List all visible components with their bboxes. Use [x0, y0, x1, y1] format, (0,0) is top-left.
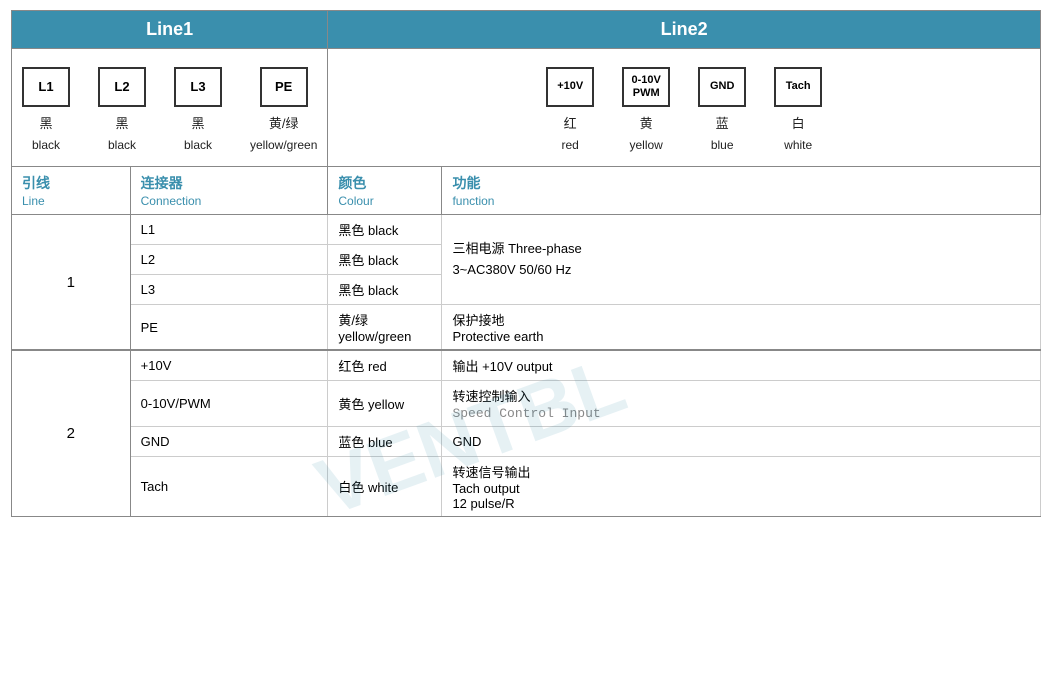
connector-item: +10V 红 red — [546, 67, 594, 152]
connector-label-cn: 黄/绿 — [269, 113, 299, 132]
table-row: 1L1黑色 black三相电源 Three-phase 3~AC380V 50/… — [12, 215, 1041, 245]
function: 转速控制输入 Speed Control Input — [442, 381, 1041, 427]
connector-label-en: black — [108, 138, 136, 152]
col-header-cn: 连接器 — [141, 175, 183, 191]
function: 输出 +10V output — [442, 350, 1041, 381]
col-header-cn: 颜色 — [338, 175, 366, 191]
color: 黑色 black — [328, 215, 442, 245]
connection: GND — [130, 427, 328, 457]
connector-label-en: blue — [711, 138, 734, 152]
connector-box: GND — [698, 67, 746, 107]
connection: PE — [130, 305, 328, 351]
table-row: Tach白色 white转速信号输出 Tach output 12 pulse/… — [12, 457, 1041, 517]
line1-diagram-cell: L1 黑 black L2 黑 black L3 黑 black PE 黄/绿 yellow/gree… — [12, 49, 328, 167]
line-number: 1 — [12, 215, 131, 351]
connector-box: Tach — [774, 67, 822, 107]
connector-label-cn: 红 — [564, 113, 577, 132]
connector-item: L1 黑 black — [22, 67, 70, 152]
col-header-cell: 连接器 Connection — [130, 167, 328, 215]
color: 黄色 yellow — [328, 381, 442, 427]
col-header-cn: 功能 — [452, 175, 480, 191]
color: 白色 white — [328, 457, 442, 517]
connector-label-cn: 黑 — [115, 113, 128, 132]
connector-label-cn: 黄 — [640, 113, 653, 132]
connection: L1 — [130, 215, 328, 245]
col-header-cell: 颜色 Colour — [328, 167, 442, 215]
connector-label-cn: 黑 — [191, 113, 204, 132]
connector-label-cn: 蓝 — [716, 113, 729, 132]
function: GND — [442, 427, 1041, 457]
connector-label-cn: 黑 — [39, 113, 52, 132]
connection: Tach — [130, 457, 328, 517]
line1-header: Line1 — [12, 11, 328, 49]
color: 黑色 black — [328, 275, 442, 305]
col-header-cn: 引线 — [22, 175, 50, 191]
connector-box: L1 — [22, 67, 70, 107]
color: 蓝色 blue — [328, 427, 442, 457]
connector-box: L2 — [98, 67, 146, 107]
line-number: 2 — [12, 350, 131, 517]
connector-label-en: red — [562, 138, 579, 152]
connector-item: L3 黑 black — [174, 67, 222, 152]
connector-box: 0-10V PWM — [622, 67, 670, 107]
function: 保护接地 Protective earth — [442, 305, 1041, 351]
connector-box: PE — [260, 67, 308, 107]
col-header-en: Line — [22, 194, 45, 208]
connector-item: 0-10V PWM 黄 yellow — [622, 67, 670, 152]
connector-label-en: black — [32, 138, 60, 152]
function: 转速信号输出 Tach output 12 pulse/R — [442, 457, 1041, 517]
col-header-en: Connection — [141, 194, 202, 208]
connection: +10V — [130, 350, 328, 381]
diagram-row: L1 黑 black L2 黑 black L3 黑 black PE 黄/绿 yellow/gree… — [12, 49, 1041, 167]
connector-label-en: white — [784, 138, 812, 152]
line2-diagram-cell: +10V 红 red 0-10V PWM 黄 yellow GND 蓝 blue Tach 白 whi… — [328, 49, 1041, 167]
table-row: 2+10V红色 red输出 +10V output — [12, 350, 1041, 381]
col-header-cell: 引线 Line — [12, 167, 131, 215]
connector-item: PE 黄/绿 yellow/green — [250, 67, 317, 152]
main-table: Line1 Line2 L1黑blackL2黑blackL3黑blackPE黄/… — [11, 10, 1041, 517]
line2-header: Line2 — [328, 11, 1041, 49]
col-header-row: 引线 Line 连接器 Connection 颜色 Colour 功能 function — [12, 167, 1041, 215]
func-en: Speed Control Input — [452, 406, 600, 421]
connection: 0-10V/PWM — [130, 381, 328, 427]
connector-label-cn: 白 — [792, 113, 805, 132]
func-cn: 转速控制输入 — [452, 389, 530, 404]
connector-label-en: yellow/green — [250, 138, 317, 152]
header-row: Line1 Line2 — [12, 11, 1041, 49]
connector-box: L3 — [174, 67, 222, 107]
connector-item: Tach 白 white — [774, 67, 822, 152]
connector-label-en: yellow — [630, 138, 663, 152]
connector-label-en: black — [184, 138, 212, 152]
connection: L2 — [130, 245, 328, 275]
connector-item: GND 蓝 blue — [698, 67, 746, 152]
color: 黑色 black — [328, 245, 442, 275]
color: 黄/绿 yellow/green — [328, 305, 442, 351]
function: 三相电源 Three-phase 3~AC380V 50/60 Hz — [442, 215, 1041, 305]
connector-item: L2 黑 black — [98, 67, 146, 152]
connector-box: +10V — [546, 67, 594, 107]
connection: L3 — [130, 275, 328, 305]
col-header-en: Colour — [338, 194, 373, 208]
color: 红色 red — [328, 350, 442, 381]
col-header-en: function — [452, 194, 494, 208]
table-row: GND蓝色 blueGND — [12, 427, 1041, 457]
table-row: PE黄/绿 yellow/green保护接地 Protective earth — [12, 305, 1041, 351]
col-header-cell: 功能 function — [442, 167, 1041, 215]
table-row: 0-10V/PWM黄色 yellow 转速控制输入 Speed Control In… — [12, 381, 1041, 427]
